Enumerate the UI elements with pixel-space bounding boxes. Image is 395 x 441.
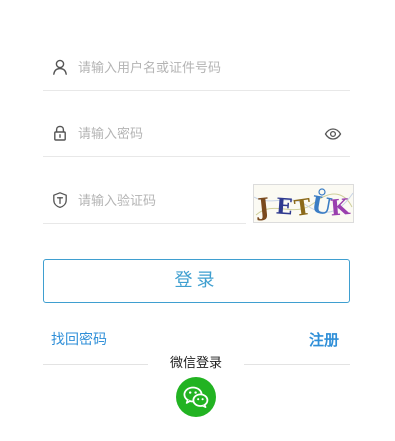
- svg-text:J: J: [254, 192, 270, 222]
- wechat-login-button[interactable]: [176, 377, 216, 417]
- eye-icon[interactable]: [324, 126, 342, 142]
- username-field-row: [43, 47, 350, 91]
- divider-right: [244, 364, 350, 365]
- shield-icon: [51, 191, 69, 209]
- password-field-row: [43, 113, 350, 157]
- password-input[interactable]: [78, 123, 313, 145]
- captcha-image[interactable]: J E T U K: [253, 184, 354, 223]
- svg-text:K: K: [329, 194, 351, 222]
- username-input[interactable]: [78, 57, 338, 79]
- captcha-field-row: [43, 180, 246, 224]
- login-button[interactable]: 登录: [43, 259, 350, 303]
- divider-left: [43, 364, 148, 365]
- svg-text:E: E: [275, 193, 294, 220]
- forgot-password-link[interactable]: 找回密码: [51, 330, 107, 350]
- captcha-input[interactable]: [78, 190, 238, 212]
- lock-icon: [51, 124, 69, 142]
- register-link[interactable]: 注册: [309, 330, 339, 350]
- wechat-icon: [176, 377, 216, 417]
- wechat-login-title: 微信登录: [169, 356, 222, 371]
- user-icon: [51, 58, 69, 76]
